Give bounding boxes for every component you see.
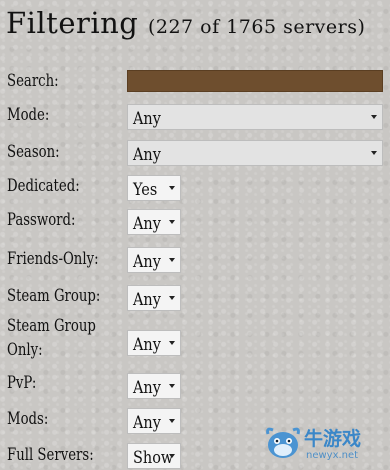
chevron-down-icon [371, 151, 377, 155]
full-servers-value: Show [133, 448, 174, 468]
chevron-down-icon [169, 220, 175, 224]
pvp-label: PvP: [7, 373, 37, 393]
mode-value: Any [133, 109, 161, 129]
page-title: Filtering (227 of 1765 servers) [6, 6, 365, 40]
pvp-select[interactable]: Any [127, 373, 181, 399]
steam-group-label: Steam Group: [7, 286, 101, 306]
chevron-down-icon [169, 296, 175, 300]
chevron-down-icon [169, 454, 175, 458]
chevron-down-icon [169, 419, 175, 423]
watermark-logo: 牛游戏 newyx.net [264, 418, 388, 468]
cow-logo-icon [266, 427, 300, 458]
server-count: (227 of 1765 servers) [147, 16, 366, 38]
watermark-url: newyx.net [306, 450, 359, 461]
chevron-down-icon [169, 384, 175, 388]
chevron-down-icon [371, 115, 377, 119]
season-select[interactable]: Any [127, 140, 383, 166]
mods-select[interactable]: Any [127, 408, 181, 434]
chevron-down-icon [169, 186, 175, 190]
password-select[interactable]: Any [127, 209, 181, 235]
steam-group-only-label-line1: Steam Group [7, 316, 96, 336]
friends-only-value: Any [133, 252, 161, 272]
mods-value: Any [133, 413, 161, 433]
pvp-value: Any [133, 378, 161, 398]
dedicated-value: Yes [133, 180, 158, 200]
dedicated-label: Dedicated: [7, 176, 80, 196]
chevron-down-icon [169, 258, 175, 262]
season-label: Season: [7, 142, 60, 162]
mode-select[interactable]: Any [127, 104, 383, 130]
steam-group-only-value: Any [133, 335, 161, 355]
mods-label: Mods: [7, 409, 49, 429]
steam-group-select[interactable]: Any [127, 285, 181, 311]
friends-only-label: Friends-Only: [7, 249, 99, 269]
mode-label: Mode: [7, 105, 50, 125]
season-value: Any [133, 145, 161, 165]
search-input[interactable] [127, 70, 383, 92]
steam-group-value: Any [133, 290, 161, 310]
title-text: Filtering [6, 6, 139, 40]
full-servers-select[interactable]: Show [127, 443, 181, 469]
search-label: Search: [7, 71, 59, 91]
full-servers-label: Full Servers: [7, 445, 94, 465]
password-value: Any [133, 214, 161, 234]
watermark-text: 牛游戏 [304, 428, 362, 450]
friends-only-select[interactable]: Any [127, 247, 181, 273]
password-label: Password: [7, 210, 76, 230]
steam-group-only-label-line2: Only: [7, 340, 43, 360]
dedicated-select[interactable]: Yes [127, 175, 181, 201]
steam-group-only-select[interactable]: Any [127, 330, 181, 356]
chevron-down-icon [169, 341, 175, 345]
